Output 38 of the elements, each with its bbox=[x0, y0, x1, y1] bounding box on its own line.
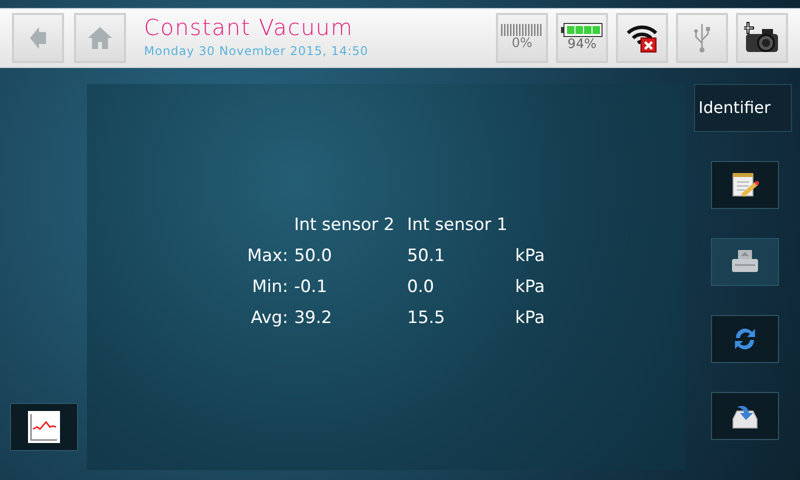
value-cell-text: 15.5 bbox=[407, 306, 446, 330]
wifi-disconnected-icon bbox=[626, 23, 658, 53]
battery-percent: 94% bbox=[568, 37, 596, 53]
value-cell-text: 39.2 bbox=[294, 306, 333, 330]
column-header: Int sensor 2 bbox=[294, 214, 396, 236]
home-icon bbox=[88, 27, 112, 49]
unit-label: kPa bbox=[515, 276, 545, 298]
battery-icon bbox=[561, 23, 603, 37]
printer-icon bbox=[730, 250, 758, 274]
notepad-button[interactable] bbox=[710, 161, 778, 209]
wifi-button[interactable] bbox=[616, 13, 668, 63]
notepad-pencil-icon bbox=[730, 172, 758, 198]
save-button[interactable] bbox=[710, 392, 778, 440]
value-cell-text: 50.0 bbox=[294, 244, 333, 268]
tray-download-icon bbox=[730, 403, 758, 429]
storage-button[interactable]: 0% bbox=[496, 13, 548, 63]
battery-button[interactable]: 94% bbox=[556, 13, 608, 63]
date-time: Monday 30 November 2015, 14:50 bbox=[144, 43, 368, 60]
row-label: Min: bbox=[251, 276, 290, 298]
value-cell-text: 50.1 bbox=[407, 244, 446, 268]
value-cell-text: -0.1 bbox=[294, 276, 328, 298]
value-cell-text: 0.0 bbox=[407, 276, 436, 298]
storage-percent: 0% bbox=[512, 36, 532, 52]
camera-button[interactable] bbox=[736, 13, 788, 63]
refresh-button[interactable] bbox=[710, 315, 778, 363]
unit-label: kPa bbox=[515, 306, 545, 330]
column-header: Int sensor 1 bbox=[407, 214, 508, 236]
storage-bar-icon bbox=[501, 24, 543, 36]
screen-title: Constant Vacuum bbox=[144, 16, 354, 42]
line-chart-icon bbox=[28, 411, 60, 443]
usb-icon bbox=[694, 23, 710, 53]
identifier-button[interactable]: Identifier bbox=[694, 84, 792, 132]
unit-label: kPa bbox=[515, 244, 545, 268]
row-label: Max: bbox=[247, 244, 290, 268]
back-arrow-icon bbox=[30, 27, 46, 49]
chart-button[interactable] bbox=[10, 403, 78, 451]
camera-icon bbox=[744, 22, 780, 54]
row-label: Avg: bbox=[250, 306, 290, 330]
